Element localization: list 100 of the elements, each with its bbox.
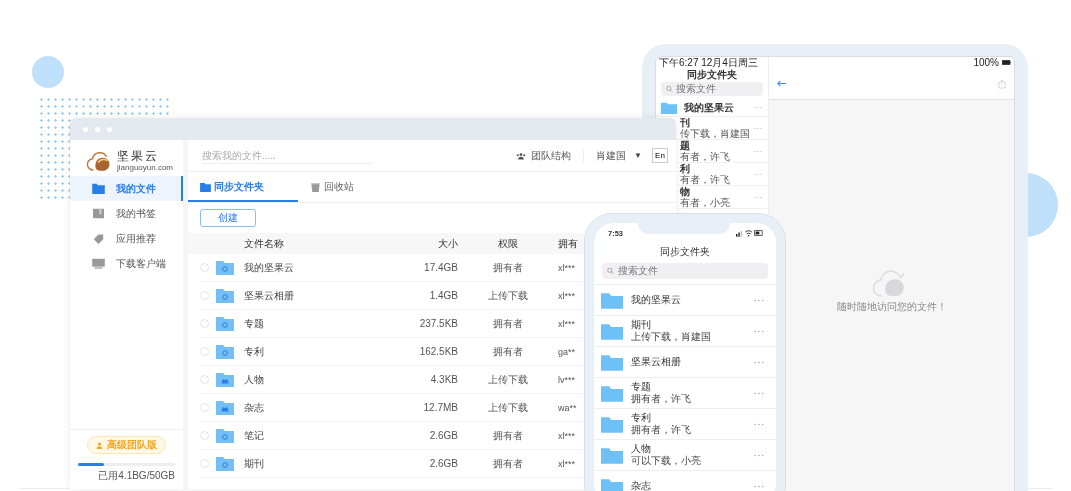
folder-icon xyxy=(601,415,623,433)
folder-detail: 可以下载，小亮 xyxy=(631,455,702,467)
file-owner: xl*** xyxy=(558,290,576,301)
file-permission: 拥有者 xyxy=(492,344,524,359)
column-header[interactable]: 文件名称 xyxy=(244,236,393,251)
file-owner: wa** xyxy=(558,402,578,413)
more-icon[interactable] xyxy=(754,105,762,109)
tab[interactable]: 同步文件夹 xyxy=(188,172,298,202)
decorative-circle xyxy=(32,56,64,88)
search-field[interactable]: 搜索文件 xyxy=(602,263,768,279)
trash-icon xyxy=(310,182,321,192)
file-permission: 上传下载 xyxy=(487,288,529,303)
back-arrow-icon[interactable] xyxy=(777,80,787,87)
more-icon[interactable] xyxy=(754,360,764,364)
sync-folder-icon xyxy=(216,344,234,359)
window-dot xyxy=(95,126,100,132)
column-header[interactable]: 大小 xyxy=(393,236,458,251)
folder-name: 人物 xyxy=(631,443,652,455)
more-icon[interactable] xyxy=(754,484,764,488)
create-button[interactable]: 创建 xyxy=(200,209,256,227)
folder-list-item[interactable]: 利 有者，许飞 xyxy=(677,163,768,186)
file-name: 我的坚果云 xyxy=(244,260,295,275)
sidebar-item[interactable]: 我的书签 xyxy=(70,201,183,226)
empty-state-message: 随时随地访问您的文件！ xyxy=(836,300,947,314)
folder-name: 我的坚果云 xyxy=(684,101,735,113)
file-name: 期刊 xyxy=(244,456,265,471)
folder-name: 题 xyxy=(680,140,690,151)
more-icon[interactable] xyxy=(754,126,762,130)
folder-detail: 有者，小亮 xyxy=(680,197,731,208)
person-icon xyxy=(96,441,103,449)
tab[interactable]: 回收站 xyxy=(298,172,366,202)
folder-icon xyxy=(92,183,105,194)
sync-folder-icon xyxy=(216,288,234,303)
file-size: 1.4GB xyxy=(428,290,458,301)
folder-detail: 有者，许飞 xyxy=(680,151,731,162)
file-row[interactable]: 坚果云相册 1.4GB 上传下载 xl*** xyxy=(200,282,584,310)
logo-name: 坚果云 xyxy=(117,150,160,163)
folder-icon xyxy=(200,182,211,192)
folder-list-item[interactable]: 我的坚果云 xyxy=(594,284,776,315)
folder-icon xyxy=(601,477,623,491)
folder-list-item[interactable]: 我的坚果云 xyxy=(656,98,768,117)
user-name[interactable]: 肖建国 xyxy=(596,148,627,163)
search-field[interactable]: 搜索我的文件..... xyxy=(202,147,372,164)
folder-name: 专利 xyxy=(631,412,652,424)
file-row[interactable]: 期刊 2.6GB 拥有者 xl*** xyxy=(200,450,584,478)
language-button[interactable]: En xyxy=(652,148,668,163)
sidebar-item[interactable]: 下载客户端 xyxy=(70,251,183,276)
file-row[interactable]: 我的坚果云 17.4GB 拥有者 xl*** xyxy=(200,254,584,282)
file-row[interactable]: 笔记 2.6GB 拥有者 xl*** xyxy=(200,422,584,450)
folder-icon xyxy=(601,353,623,371)
folder-list-item[interactable]: 物 有者，小亮 xyxy=(677,186,768,209)
folder-list-item[interactable]: 人物 可以下载，小亮 xyxy=(594,439,776,470)
sync-folder-icon xyxy=(216,316,234,331)
file-size: 237.5KB xyxy=(418,318,458,329)
folder-name: 刊 xyxy=(680,117,691,128)
file-permission: 上传下载 xyxy=(487,400,529,415)
sync-folder-icon xyxy=(216,428,234,443)
folder-list-item[interactable]: 专利 拥有者，许飞 xyxy=(594,408,776,439)
shared-folder-icon xyxy=(216,372,234,387)
folder-icon xyxy=(601,322,623,340)
folder-name: 杂志 xyxy=(631,480,652,491)
file-row[interactable]: 专题 237.5KB 拥有者 xl*** xyxy=(200,310,584,338)
folder-list-item[interactable]: 题 有者，许飞 xyxy=(677,140,768,163)
folder-icon xyxy=(601,291,623,309)
more-icon[interactable] xyxy=(754,329,764,333)
more-icon[interactable] xyxy=(754,195,762,199)
file-row[interactable]: 专利 162.5KB 拥有者 ga** xyxy=(200,338,584,366)
more-icon[interactable] xyxy=(754,172,762,176)
shared-folder-icon xyxy=(216,400,234,415)
folder-name: 专题 xyxy=(631,381,652,393)
column-header[interactable]: 拥有 xyxy=(558,236,584,251)
file-size: 162.5KB xyxy=(418,346,458,357)
file-owner: xl*** xyxy=(558,318,576,329)
list-title: 同步文件夹 xyxy=(686,68,738,82)
sync-folder-icon xyxy=(216,260,234,275)
column-header[interactable]: 权限 xyxy=(458,236,558,251)
file-name: 坚果云相册 xyxy=(244,288,295,303)
folder-list-item[interactable]: 专题 拥有者，许飞 xyxy=(594,377,776,408)
folder-detail: 传下载，肖建国 xyxy=(680,128,751,139)
folder-list-item[interactable]: 刊 传下载，肖建国 xyxy=(677,117,768,140)
file-size: 12.7MB xyxy=(422,402,458,413)
team-structure-link[interactable]: 团队结构 xyxy=(516,148,572,163)
sidebar-item[interactable]: 应用推荐 xyxy=(70,226,183,251)
more-icon[interactable] xyxy=(754,422,764,426)
share-icon[interactable] xyxy=(998,78,1006,89)
folder-list-item[interactable]: 杂志 xyxy=(594,470,776,491)
more-icon[interactable] xyxy=(754,149,762,153)
folder-list-item[interactable]: 期刊 上传下载，肖建国 xyxy=(594,315,776,346)
search-field[interactable]: 搜索文件 xyxy=(661,82,763,96)
folder-name: 我的坚果云 xyxy=(631,294,682,306)
caret-icon[interactable]: ▼ xyxy=(634,151,642,160)
more-icon[interactable] xyxy=(754,453,764,457)
file-row[interactable]: 杂志 12.7MB 上传下载 wa** xyxy=(200,394,584,422)
monitor-icon xyxy=(92,258,105,269)
sidebar-item[interactable]: 我的文件 xyxy=(70,176,183,201)
file-permission: 上传下载 xyxy=(487,372,529,387)
more-icon[interactable] xyxy=(754,391,764,395)
file-row[interactable]: 人物 4.3KB 上传下载 lv*** xyxy=(200,366,584,394)
more-icon[interactable] xyxy=(754,298,764,302)
folder-list-item[interactable]: 坚果云相册 xyxy=(594,346,776,377)
